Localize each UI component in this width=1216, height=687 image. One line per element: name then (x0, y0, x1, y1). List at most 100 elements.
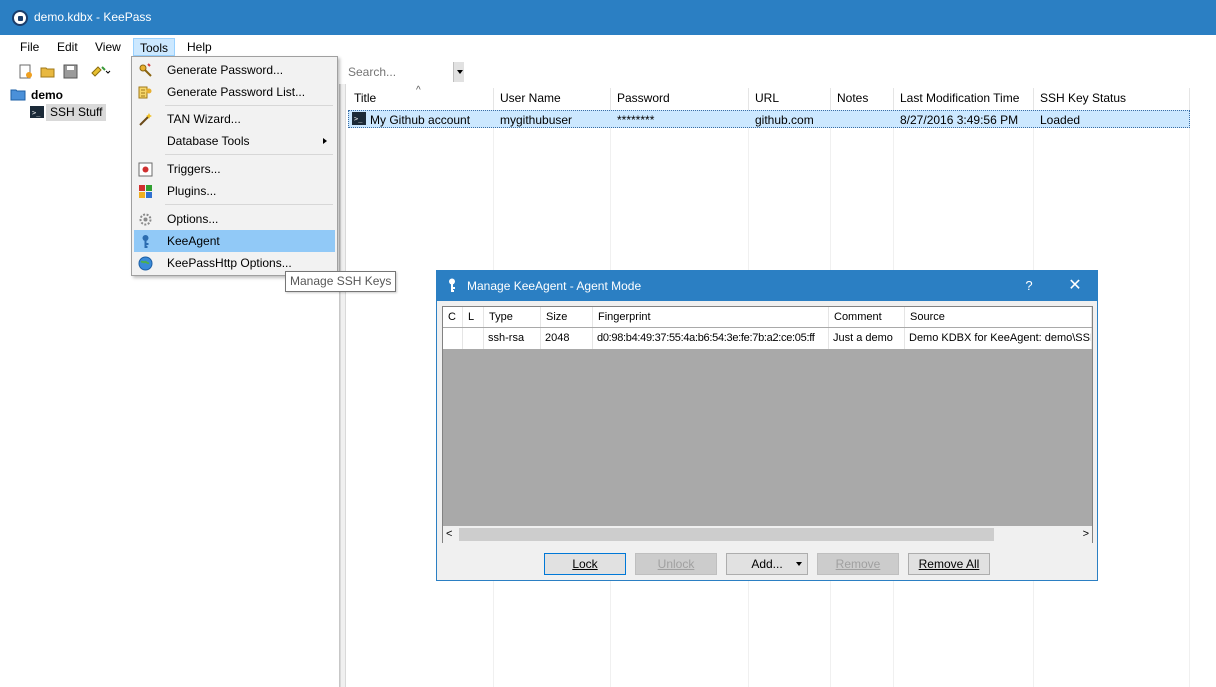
scrollbar-thumb[interactable] (459, 528, 994, 541)
column-header-comment[interactable]: Comment (829, 307, 905, 327)
key-fingerprint: d0:98:b4:49:37:55:4a:b6:54:3e:fe:7b:a2:c… (593, 328, 829, 349)
add-button[interactable]: Add... (726, 553, 808, 575)
menu-item-label: TAN Wizard... (167, 112, 241, 126)
menu-item-generate-password-list[interactable]: Generate Password List... (134, 81, 335, 103)
wand-icon (139, 113, 152, 126)
search-input[interactable] (348, 65, 452, 79)
column-header-c[interactable]: C (443, 307, 463, 327)
keeagent-icon (449, 278, 455, 292)
key-constraint-l[interactable] (463, 328, 484, 349)
open-folder-icon (10, 89, 26, 101)
tree-group-demo[interactable]: demo (31, 87, 63, 104)
key-constraint-c[interactable] (443, 328, 463, 349)
new-database-icon[interactable] (18, 64, 33, 79)
keeagent-dialog: Manage KeeAgent - Agent Mode ? ✕ C L Typ… (436, 270, 1098, 581)
remove-button-label: Remove (835, 557, 881, 571)
column-header-l[interactable]: L (463, 307, 484, 327)
column-header-ssh-status[interactable]: SSH Key Status (1034, 88, 1190, 110)
menu-separator (165, 105, 333, 106)
menu-item-label: KeePassHttp Options... (167, 256, 292, 270)
column-header-type[interactable]: Type (484, 307, 541, 327)
column-header-source[interactable]: Source (905, 307, 1092, 327)
unlock-button[interactable]: Unlock (635, 553, 717, 575)
menu-view[interactable]: View (89, 38, 127, 56)
menu-item-plugins[interactable]: Plugins... (134, 180, 335, 202)
triggers-icon (138, 162, 153, 177)
close-button[interactable]: ✕ (1063, 275, 1087, 297)
key-size: 2048 (541, 328, 593, 349)
unlock-button-label: Unlock (657, 557, 695, 571)
remove-all-button[interactable]: Remove All (908, 553, 990, 575)
menu-tools[interactable]: Tools (133, 38, 176, 56)
dialog-title: Manage KeeAgent - Agent Mode (467, 279, 642, 293)
entry-password: ******** (617, 113, 655, 127)
remove-button[interactable]: Remove (817, 553, 899, 575)
plugins-icon (139, 185, 152, 198)
entry-modified: 8/27/2016 3:49:56 PM (900, 113, 1019, 127)
key-list[interactable]: C L Type Size Fingerprint Comment Source… (442, 306, 1093, 543)
menu-item-label: Options... (167, 212, 219, 226)
menu-item-label: Plugins... (167, 184, 217, 198)
globe-icon (138, 256, 153, 271)
menu-file[interactable]: File (14, 38, 45, 56)
gear-icon (139, 213, 152, 226)
keepass-lock-icon (12, 10, 28, 26)
window-title: demo.kdbx - KeePass (34, 10, 152, 24)
column-header-modified[interactable]: Last Modification Time (894, 88, 1034, 110)
menu-item-label: KeeAgent (167, 234, 220, 248)
terminal-icon: >_ (352, 112, 366, 125)
column-header-fingerprint[interactable]: Fingerprint (593, 307, 829, 327)
menu-item-tan-wizard[interactable]: TAN Wizard... (134, 108, 335, 130)
help-button[interactable]: ? (1019, 275, 1039, 297)
lock-button[interactable]: Lock (544, 553, 626, 575)
key-list-icon (138, 86, 152, 99)
chevron-down-icon (796, 562, 802, 566)
menu-item-options[interactable]: Options... (134, 208, 335, 230)
key-source: Demo KDBX for KeeAgent: demo\SSH (905, 328, 1092, 349)
column-header-username[interactable]: User Name (494, 88, 611, 110)
menu-item-keeagent[interactable]: KeeAgent (134, 230, 335, 252)
column-header-size[interactable]: Size (541, 307, 593, 327)
menu-separator (165, 204, 333, 205)
entry-username: mygithubuser (500, 113, 573, 127)
horizontal-scrollbar[interactable]: < > (443, 526, 1092, 543)
terminal-icon: >_ (30, 106, 44, 118)
search-box[interactable] (343, 61, 465, 82)
key-wand-icon (139, 63, 152, 77)
menu-separator (165, 154, 333, 155)
dialog-title-bar[interactable]: Manage KeeAgent - Agent Mode ? ✕ (437, 271, 1097, 301)
lock-button-label: Lock (572, 557, 598, 571)
column-header-password[interactable]: Password (611, 88, 749, 110)
tooltip: Manage SSH Keys (285, 271, 397, 292)
save-icon[interactable] (63, 64, 78, 79)
sort-ascending-icon: ^ (416, 85, 421, 96)
menu-item-generate-password[interactable]: Generate Password... (134, 59, 335, 81)
menu-item-label: Database Tools (167, 134, 250, 148)
title-bar (0, 0, 1216, 35)
menu-item-database-tools[interactable]: Database Tools (134, 130, 335, 152)
column-header-url[interactable]: URL (749, 88, 831, 110)
entry-ssh-status: Loaded (1040, 113, 1081, 127)
add-entry-icon[interactable] (90, 64, 112, 79)
open-folder-icon[interactable] (40, 64, 55, 79)
menu-item-label: Generate Password List... (167, 85, 306, 99)
tree-group-ssh-stuff[interactable]: SSH Stuff (46, 104, 107, 121)
key-comment: Just a demo (829, 328, 905, 349)
svg-text:>_: >_ (32, 109, 41, 117)
menu-item-triggers[interactable]: Triggers... (134, 158, 335, 180)
remove-all-button-label: Remove All (918, 557, 980, 571)
svg-text:>_: >_ (354, 115, 363, 123)
search-dropdown-button[interactable] (453, 62, 464, 82)
menu-item-label: Triggers... (167, 162, 221, 176)
entry-title: My Github account (370, 113, 471, 127)
grid-line (1189, 110, 1190, 687)
scroll-right-icon[interactable]: > (1083, 528, 1089, 540)
entry-url: github.com (755, 113, 814, 127)
tools-menu: Generate Password... Generate Password L… (131, 56, 338, 276)
column-header-title[interactable]: Title (348, 88, 494, 110)
scroll-left-icon[interactable]: < (446, 528, 452, 540)
menu-item-label: Generate Password... (167, 63, 284, 77)
menu-help[interactable]: Help (181, 38, 218, 56)
column-header-notes[interactable]: Notes (831, 88, 894, 110)
menu-edit[interactable]: Edit (51, 38, 84, 56)
